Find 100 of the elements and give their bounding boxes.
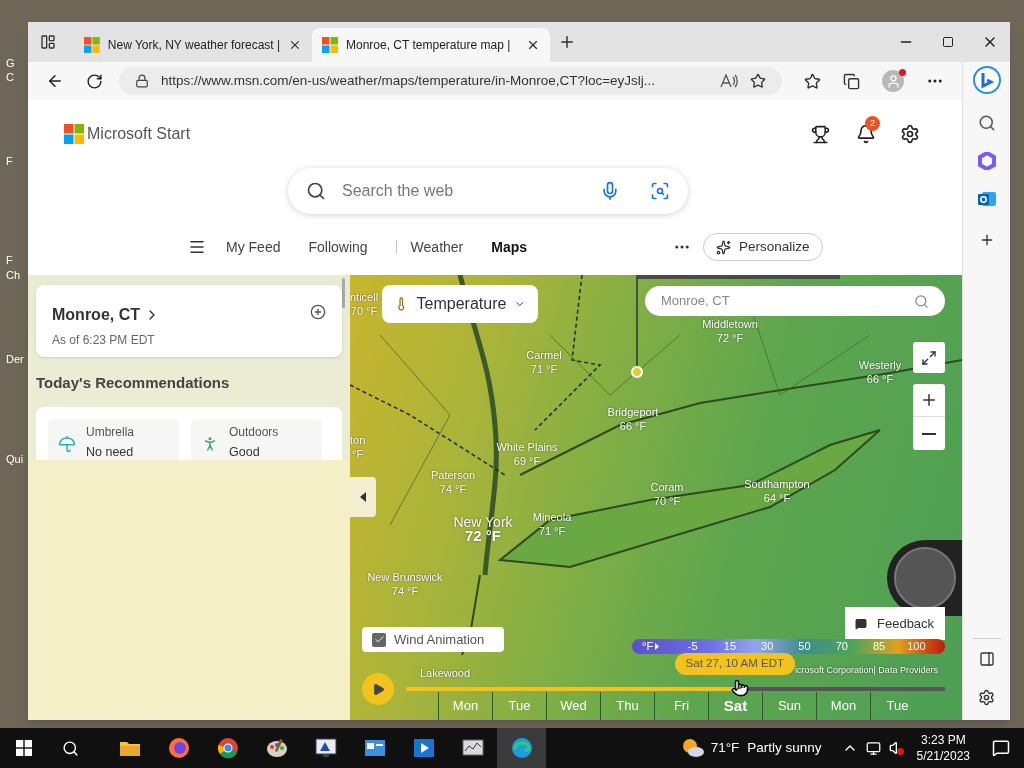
triangle-right-icon [655, 643, 660, 650]
attribution-text: icrosoft Corporation| Data Providers [795, 664, 938, 677]
browser-tab[interactable]: New York, NY weather forecast | [74, 28, 312, 62]
collections-icon[interactable] [843, 72, 860, 90]
city-label: Coram 70 °F [650, 480, 684, 508]
weather-temp[interactable]: 71°F [710, 737, 740, 759]
recommendation-tile[interactable]: Umbrella No need [48, 418, 179, 460]
recommendation-title: Outdoors [229, 423, 279, 441]
city-label: White Plains 69 °F [496, 440, 558, 468]
settings-icon[interactable] [900, 124, 920, 144]
microphone-icon[interactable] [600, 181, 620, 201]
read-aloud-icon[interactable] [720, 74, 738, 88]
hexagon-ring-icon[interactable] [977, 152, 996, 170]
network-icon[interactable] [865, 740, 881, 756]
desktop-icon-label: Qui [6, 454, 24, 465]
map-search-placeholder: Monroe, CT [661, 292, 731, 311]
scrollbar-thumb[interactable] [342, 278, 345, 308]
notifications-icon[interactable] [856, 124, 876, 144]
tab-actions-icon[interactable] [40, 34, 56, 50]
play-window-icon [412, 738, 435, 758]
legend-value: 30 [760, 639, 775, 655]
back-icon[interactable] [46, 72, 64, 90]
wind-animation-toggle[interactable]: Wind Animation [362, 627, 504, 652]
maximize-icon[interactable] [942, 36, 954, 48]
circle-logo-icon [216, 737, 239, 759]
trophy-icon[interactable] [811, 124, 830, 144]
menu-icon[interactable] [188, 238, 206, 256]
url-field[interactable]: https://www.msn.com/en-us/weather/maps/temperature/in-Monroe,CT?loc=eyJslj... [119, 67, 782, 95]
plus-icon [920, 391, 938, 409]
search-icon[interactable] [977, 114, 996, 132]
chat-bubble-logo-icon[interactable] [971, 66, 1002, 96]
settings-icon[interactable] [978, 689, 995, 706]
search-icon [306, 181, 326, 201]
clock-time[interactable]: 3:23 PM [920, 732, 966, 748]
collapse-panel-button[interactable] [350, 477, 376, 517]
legend-value: -5 [686, 639, 699, 655]
recommendation-value: Good [229, 443, 261, 460]
panel-icon[interactable] [978, 651, 995, 667]
city-label: Southampton 64 °F [744, 477, 810, 505]
nav-link[interactable]: Following [308, 236, 368, 258]
clock-date[interactable]: 5/21/2023 [916, 748, 970, 764]
search-field[interactable]: Search the web [288, 168, 688, 214]
search-icon[interactable] [62, 739, 79, 757]
city-label: New York 72 °F [453, 515, 513, 543]
favorites-icon[interactable] [804, 72, 821, 90]
nav-link[interactable]: My Feed [226, 236, 281, 258]
nav-link[interactable]: Maps [491, 236, 528, 258]
visual-search-icon[interactable] [650, 181, 670, 201]
legend-unit: °F [642, 638, 674, 655]
add-icon[interactable] [310, 304, 326, 320]
city-label: New Brunswick 74 °F [367, 570, 443, 598]
triangle-left-icon [360, 492, 366, 502]
window-card-icon [363, 739, 386, 757]
play-button[interactable] [362, 673, 394, 705]
tab-title: New York, NY weather forecast | [107, 37, 281, 54]
search-icon [914, 293, 929, 309]
location-name[interactable]: Monroe, CT [52, 303, 140, 327]
desktop-icon-label: F [6, 255, 13, 266]
tab-title: Monroe, CT temperature map | [346, 37, 512, 54]
desktop-icon-label: G [6, 58, 15, 69]
four-squares-logo-icon [322, 37, 338, 53]
sparkle-icon [716, 239, 732, 255]
new-tab-icon[interactable] [558, 33, 576, 51]
legend-value: 70 [834, 639, 849, 655]
layer-dropdown[interactable]: Temperature [382, 285, 538, 323]
desktop-icon-label: C [6, 72, 14, 83]
checkbox[interactable] [372, 632, 386, 647]
time-tooltip: Sat 27, 10 AM EDT [674, 653, 795, 675]
recommendation-tile[interactable]: Outdoors Good [191, 418, 322, 460]
four-squares-logo-icon [64, 124, 84, 144]
expand-arrows-icon [921, 349, 937, 366]
logo-text: Microsoft Start [87, 124, 191, 144]
feedback-button[interactable]: Feedback [845, 607, 945, 640]
sun-cloud-icon[interactable] [680, 737, 705, 759]
city-label: ton °F [350, 433, 366, 461]
monitor-chart-icon [314, 738, 337, 758]
legend-value: 85 [871, 639, 887, 655]
notification-badge: 2 [865, 116, 880, 131]
fox-globe-icon [167, 737, 190, 759]
favorite-add-icon[interactable] [750, 73, 766, 89]
notification-center-icon[interactable] [992, 739, 1010, 757]
mail-app-icon[interactable] [977, 190, 996, 208]
nav-link[interactable]: Weather [410, 236, 464, 258]
browser-tab[interactable]: Monroe, CT temperature map | [312, 28, 550, 62]
comment-icon [855, 617, 867, 630]
reload-icon[interactable] [86, 72, 103, 90]
section-heading: Today's Recommendations [36, 373, 231, 393]
profile-avatar[interactable] [882, 70, 904, 92]
fullscreen-button[interactable] [913, 342, 945, 373]
city-label: Bridgeport 66 °F [607, 405, 659, 433]
person-icon [885, 73, 901, 89]
close-icon[interactable] [288, 38, 302, 52]
windows-logo-icon[interactable] [16, 740, 32, 756]
mute-badge-icon [896, 748, 904, 755]
close-icon[interactable] [526, 38, 540, 52]
weather-condition[interactable]: Partly sunny [747, 737, 822, 759]
map-search-field[interactable]: Monroe, CT [645, 286, 945, 316]
four-squares-logo-icon [84, 37, 100, 53]
city-label: Westerly 66 °F [858, 358, 902, 386]
recommendation-value: No need [86, 443, 134, 460]
